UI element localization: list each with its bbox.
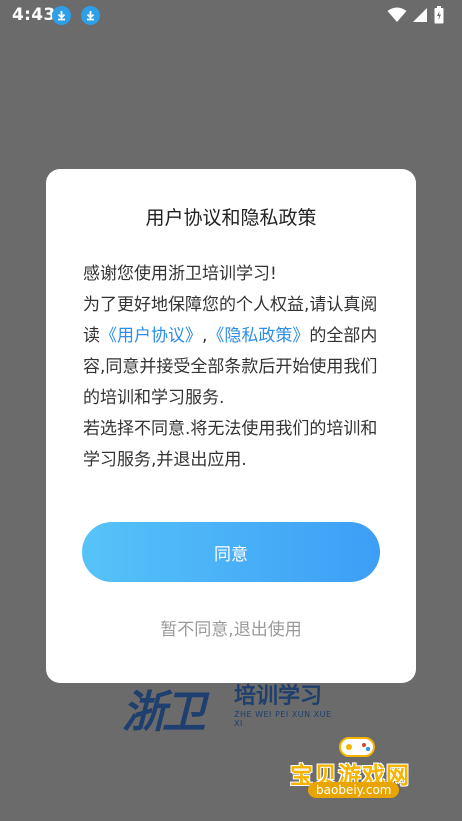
signal-icon bbox=[413, 7, 428, 27]
battery-icon bbox=[434, 6, 444, 28]
download-icon bbox=[81, 6, 100, 25]
app-logo: 浙卫 培训学习 ZHE WEI PEI XUN XUE XI bbox=[122, 676, 342, 738]
wifi-icon bbox=[387, 7, 407, 27]
logo-subtitle: ZHE WEI PEI XUN XUE XI bbox=[234, 710, 332, 728]
body-warning: 若选择不同意.将无法使用我们的培训和学习服务,并退出应用. bbox=[83, 419, 378, 470]
watermark: 宝贝游戏网 baobeiy.com bbox=[284, 730, 434, 816]
status-time: 4:43 bbox=[12, 5, 56, 25]
download-icon bbox=[52, 6, 71, 25]
body-intro: 感谢您使用浙卫培训学习! bbox=[83, 264, 277, 284]
status-bar: 4:43 bbox=[0, 0, 462, 32]
privacy-dialog: 用户协议和隐私政策 感谢您使用浙卫培训学习! 为了更好地保障您的个人权益,请认真… bbox=[46, 169, 416, 683]
dialog-body: 感谢您使用浙卫培训学习! 为了更好地保障您的个人权益,请认真阅读《用户协议》,《… bbox=[83, 259, 379, 476]
logo-mark: 浙卫 bbox=[122, 687, 206, 738]
user-agreement-link[interactable]: 《用户协议》 bbox=[100, 326, 202, 346]
body-paragraph: 为了更好地保障您的个人权益,请认真阅读《用户协议》,《隐私政策》的全部内容,同意… bbox=[83, 290, 379, 414]
agree-button[interactable]: 同意 bbox=[82, 522, 380, 582]
dialog-title: 用户协议和隐私政策 bbox=[145, 207, 317, 229]
privacy-policy-link[interactable]: 《隐私政策》 bbox=[207, 326, 309, 346]
watermark-url: baobeiy.com bbox=[308, 782, 400, 798]
decline-exit-button[interactable]: 暂不同意,退出使用 bbox=[46, 615, 416, 640]
